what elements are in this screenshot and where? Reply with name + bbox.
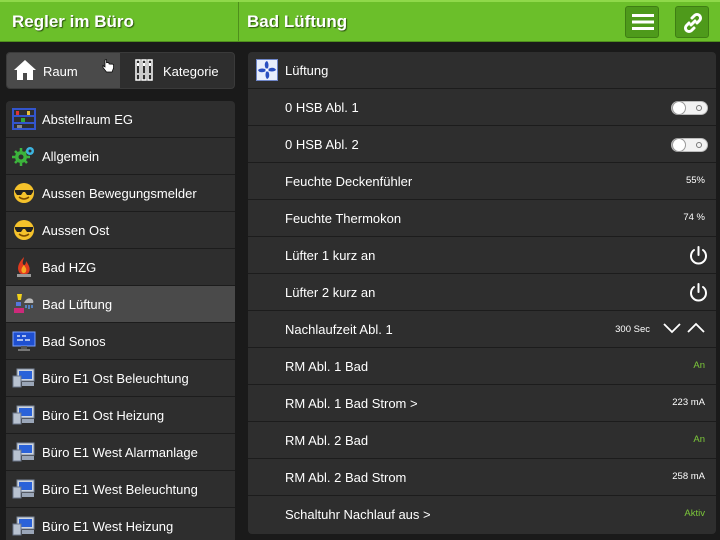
sunglasses-smiley-icon	[14, 220, 34, 240]
hand-cursor-icon	[102, 59, 114, 73]
control-label: RM Abl. 2 Bad Strom	[285, 470, 407, 485]
control-row-rm-abl-1-bad-strom[interactable]: RM Abl. 1 Bad Strom > 223 mA	[248, 385, 716, 422]
control-label: Nachlaufzeit Abl. 1	[285, 322, 393, 337]
control-row-feuchte-thermokon: Feuchte Thermokon 74 %	[248, 200, 716, 237]
app-header: Regler im Büro Bad Lüftung	[0, 0, 720, 42]
computer-icon	[12, 479, 35, 499]
chevron-down-icon[interactable]	[662, 321, 682, 335]
room-item-bad-sonos[interactable]: Bad Sonos	[6, 323, 235, 360]
app-title: Regler im Büro	[12, 12, 134, 31]
room-item-abstellraum-eg[interactable]: Abstellraum EG	[6, 101, 235, 138]
monitor-icon	[12, 331, 36, 351]
binders-icon	[135, 59, 153, 81]
computer-icon	[12, 442, 35, 462]
room-list: Abstellraum EG Allgemein Aussen Bewegung…	[6, 101, 235, 540]
toggle-knob	[672, 101, 686, 115]
room-label: Aussen Ost	[42, 223, 110, 238]
room-item-buero-e1-west-heizung[interactable]: Büro E1 West Heizung	[6, 508, 235, 540]
link-button[interactable]	[675, 6, 709, 38]
room-item-buero-e1-ost-heizung[interactable]: Büro E1 Ost Heizung	[6, 397, 235, 434]
control-label: Lüfter 1 kurz an	[285, 248, 376, 263]
room-label: Büro E1 West Heizung	[42, 519, 174, 534]
computer-icon	[12, 405, 35, 425]
toggle-off-indicator	[696, 142, 702, 148]
chevron-up-icon[interactable]	[686, 321, 706, 335]
room-label: Bad Lüftung	[42, 297, 113, 312]
panel-header: Lüftung	[248, 52, 716, 89]
room-label: Büro E1 West Beleuchtung	[42, 482, 198, 497]
control-label: RM Abl. 1 Bad Strom >	[285, 396, 418, 411]
view-filter: Raum Kategorie	[6, 52, 235, 89]
status-value: An	[693, 434, 705, 445]
room-label: Bad HZG	[42, 260, 97, 275]
power-icon[interactable]	[688, 282, 709, 303]
room-label: Büro E1 Ost Heizung	[42, 408, 165, 423]
room-label: Büro E1 West Alarmanlage	[42, 445, 198, 460]
toggle-knob	[672, 138, 686, 152]
control-row-luefter-1: Lüfter 1 kurz an	[248, 237, 716, 274]
panel-title: Lüftung	[285, 63, 329, 78]
control-row-rm-abl-1-bad: RM Abl. 1 Bad An	[248, 348, 716, 385]
control-value: 74 %	[683, 212, 705, 223]
toggle-switch[interactable]	[671, 138, 708, 152]
filter-kategorie-button[interactable]: Kategorie	[121, 53, 234, 88]
status-value: An	[693, 360, 705, 371]
page-title: Bad Lüftung	[247, 12, 348, 31]
menu-button[interactable]	[625, 6, 659, 38]
fan-shower-icon	[14, 294, 34, 313]
room-item-bad-lueftung[interactable]: Bad Lüftung	[6, 286, 235, 323]
room-item-buero-e1-west-alarmanlage[interactable]: Büro E1 West Alarmanlage	[6, 434, 235, 471]
control-row-nachlaufzeit: Nachlaufzeit Abl. 1 300 Sec	[248, 311, 716, 348]
stepper-value: 300 Sec	[615, 324, 650, 335]
link-icon	[683, 12, 703, 34]
computer-icon	[12, 516, 35, 536]
room-label: Büro E1 Ost Beleuchtung	[42, 371, 189, 386]
room-label: Aussen Bewegungsmelder	[42, 186, 197, 201]
room-item-bad-hzg[interactable]: Bad HZG	[6, 249, 235, 286]
status-value: Aktiv	[684, 508, 705, 519]
room-item-buero-e1-ost-beleuchtung[interactable]: Büro E1 Ost Beleuchtung	[6, 360, 235, 397]
control-label: Schaltuhr Nachlauf aus >	[285, 507, 431, 522]
power-icon[interactable]	[688, 245, 709, 266]
room-label: Bad Sonos	[42, 334, 106, 349]
filter-raum-button[interactable]: Raum	[7, 53, 120, 88]
filter-kategorie-label: Kategorie	[163, 64, 219, 79]
control-label: RM Abl. 2 Bad	[285, 433, 369, 448]
home-icon	[14, 60, 36, 80]
control-label: 0 HSB Abl. 2	[285, 137, 359, 152]
gears-icon	[12, 147, 34, 166]
room-item-aussen-ost[interactable]: Aussen Ost	[6, 212, 235, 249]
control-row-rm-abl-2-bad: RM Abl. 2 Bad An	[248, 422, 716, 459]
control-value: 55%	[685, 175, 705, 186]
room-item-allgemein[interactable]: Allgemein	[6, 138, 235, 175]
control-label: RM Abl. 1 Bad	[285, 359, 369, 374]
control-panel: Lüftung 0 HSB Abl. 1 0 HSB Abl. 2 Feucht…	[248, 52, 716, 534]
control-row-luefter-2: Lüfter 2 kurz an	[248, 274, 716, 311]
control-label: Feuchte Thermokon	[285, 211, 402, 226]
control-label: Feuchte Deckenfühler	[285, 174, 413, 189]
room-item-buero-e1-west-beleuchtung[interactable]: Büro E1 West Beleuchtung	[6, 471, 235, 508]
room-item-aussen-bewegungsmelder[interactable]: Aussen Bewegungsmelder	[6, 175, 235, 212]
control-row-rm-abl-2-bad-strom: RM Abl. 2 Bad Strom 258 mA	[248, 459, 716, 496]
control-row-schaltuhr-nachlauf[interactable]: Schaltuhr Nachlauf aus > Aktiv	[248, 496, 716, 533]
toggle-off-indicator	[696, 105, 702, 111]
control-row-hsb-abl-2: 0 HSB Abl. 2	[248, 126, 716, 163]
hamburger-menu-icon	[632, 14, 654, 30]
filter-raum-label: Raum	[43, 64, 78, 79]
control-row-hsb-abl-1: 0 HSB Abl. 1	[248, 89, 716, 126]
control-label: Lüfter 2 kurz an	[285, 285, 376, 300]
control-value: 223 mA	[672, 397, 705, 408]
control-value: 258 mA	[672, 471, 705, 482]
fan-icon	[256, 59, 278, 81]
shelf-icon	[12, 108, 36, 130]
flame-icon	[17, 257, 31, 277]
toggle-switch[interactable]	[671, 101, 708, 115]
room-label: Abstellraum EG	[42, 112, 134, 127]
computer-icon	[12, 368, 35, 388]
room-label: Allgemein	[42, 149, 100, 164]
sunglasses-smiley-icon	[14, 183, 34, 203]
control-row-feuchte-deckenfuehler: Feuchte Deckenfühler 55%	[248, 163, 716, 200]
control-label: 0 HSB Abl. 1	[285, 100, 359, 115]
header-divider	[238, 2, 239, 42]
